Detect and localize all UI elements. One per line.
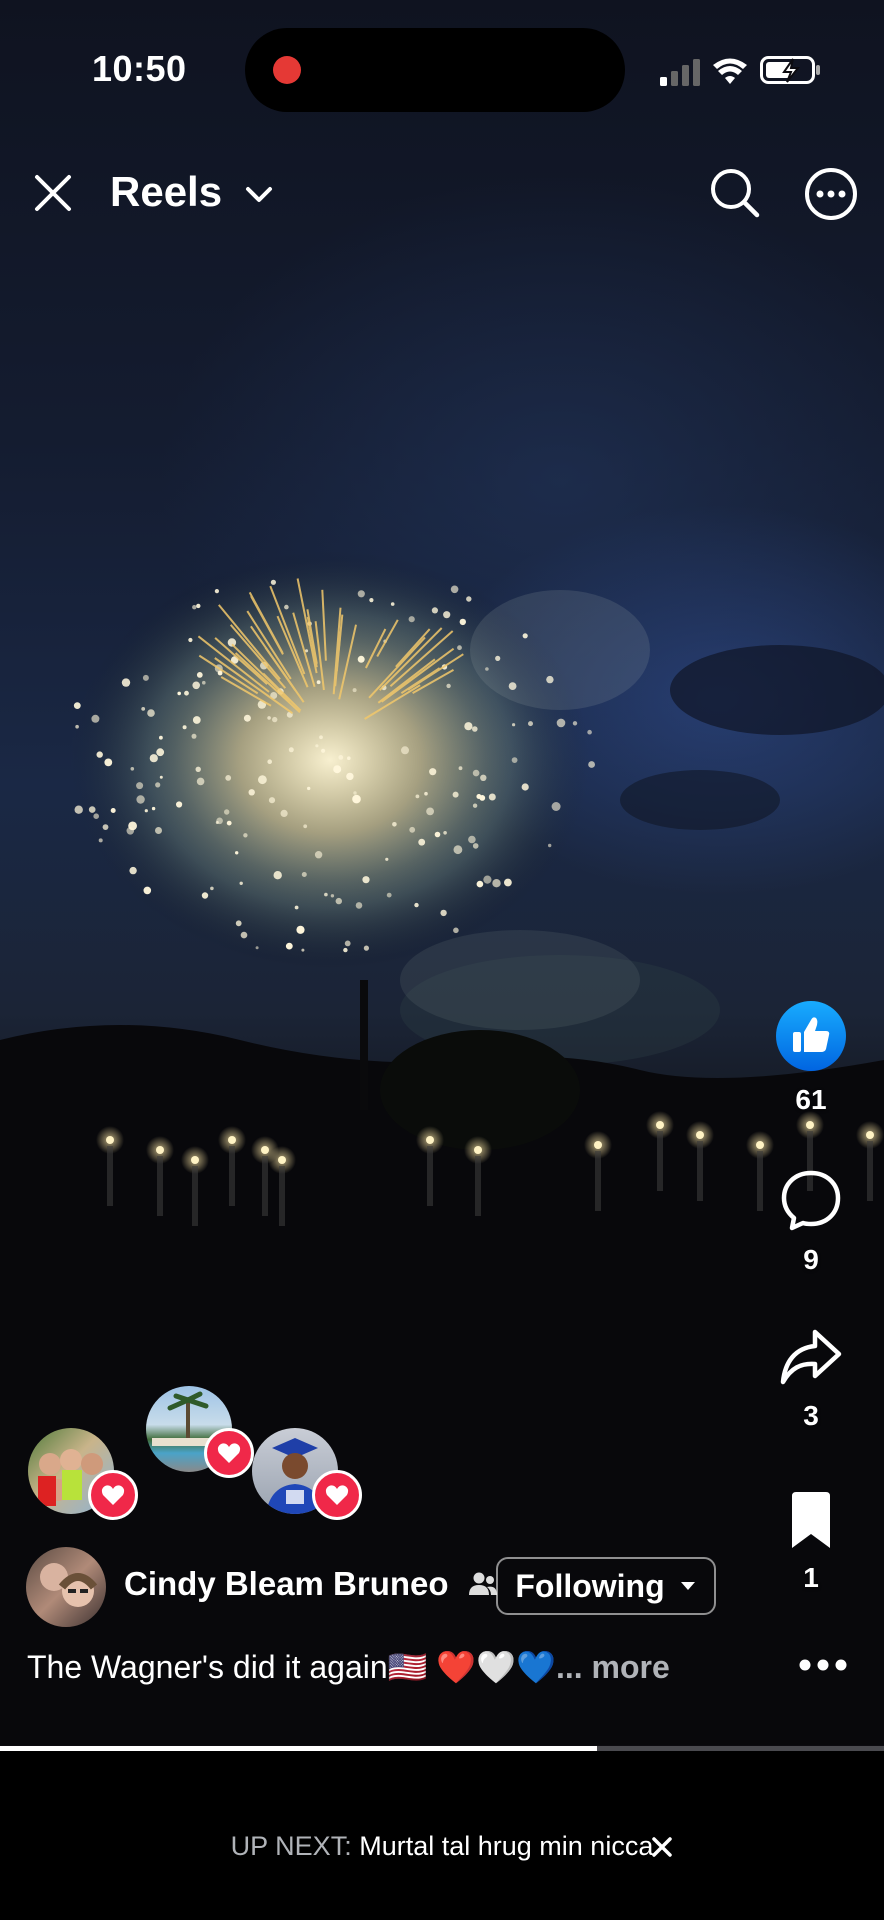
share-action[interactable]: 3	[756, 1328, 866, 1432]
following-label: Following	[515, 1567, 665, 1604]
love-reaction-icon	[204, 1428, 254, 1478]
save-count: 1	[803, 1562, 819, 1593]
post-more-button[interactable]	[790, 1645, 856, 1685]
chevron-down-icon	[245, 186, 272, 202]
signal-icon	[660, 59, 700, 86]
close-icon	[35, 175, 71, 211]
share-count: 3	[803, 1400, 819, 1431]
share-arrow-icon	[780, 1329, 842, 1385]
comment-count: 9	[803, 1244, 819, 1275]
caption-text: The Wagner's did it again🇺🇸 ❤️🤍💙	[27, 1649, 556, 1685]
like-count: 61	[795, 1084, 827, 1115]
love-reaction-icon	[88, 1470, 138, 1520]
comment-action[interactable]: 9	[756, 1168, 866, 1276]
close-icon	[652, 1837, 672, 1857]
search-icon	[711, 169, 760, 218]
save-action[interactable]: 1	[756, 1490, 866, 1594]
post-caption[interactable]: The Wagner's did it again🇺🇸 ❤️🤍💙... more	[27, 1648, 670, 1686]
dynamic-island	[245, 28, 625, 112]
status-time: 10:50	[92, 48, 187, 89]
recording-dot-icon	[273, 56, 301, 84]
up-next-text: UP NEXT: Murtal tal hrug min nicca	[0, 1831, 884, 1862]
more-options-button[interactable]	[800, 163, 862, 225]
up-next-label: UP NEXT:	[230, 1831, 352, 1861]
more-horizontal-circle-icon	[805, 168, 857, 220]
following-button[interactable]: Following	[496, 1557, 716, 1615]
caret-down-icon	[680, 1582, 695, 1590]
dismiss-up-next-button[interactable]	[642, 1827, 682, 1867]
author-name-link[interactable]: Cindy Bleam Bruneo	[124, 1565, 498, 1603]
love-reaction-icon	[312, 1470, 362, 1520]
like-thumb-icon	[776, 1001, 846, 1071]
status-bar: 10:50	[0, 0, 884, 130]
battery-charging-icon	[760, 56, 820, 84]
see-more-link[interactable]: ... more	[556, 1649, 670, 1685]
up-next-title: Murtal tal hrug min nicca	[359, 1831, 654, 1861]
search-button[interactable]	[705, 163, 765, 223]
author-avatar[interactable]	[26, 1547, 106, 1627]
like-action[interactable]: 61	[756, 1000, 866, 1116]
bookmark-icon	[792, 1492, 830, 1548]
friends-icon	[468, 1572, 497, 1595]
close-button[interactable]	[28, 168, 78, 218]
comment-icon	[781, 1170, 841, 1231]
reels-menu[interactable]: Reels	[110, 168, 274, 216]
author-photo-icon	[40, 1563, 98, 1607]
page-title: Reels	[110, 168, 223, 215]
more-dots-icon	[799, 1659, 847, 1671]
author-name: Cindy Bleam Bruneo	[124, 1565, 449, 1602]
up-next-bar[interactable]: UP NEXT: Murtal tal hrug min nicca	[0, 1751, 884, 1920]
wifi-icon	[713, 58, 747, 84]
